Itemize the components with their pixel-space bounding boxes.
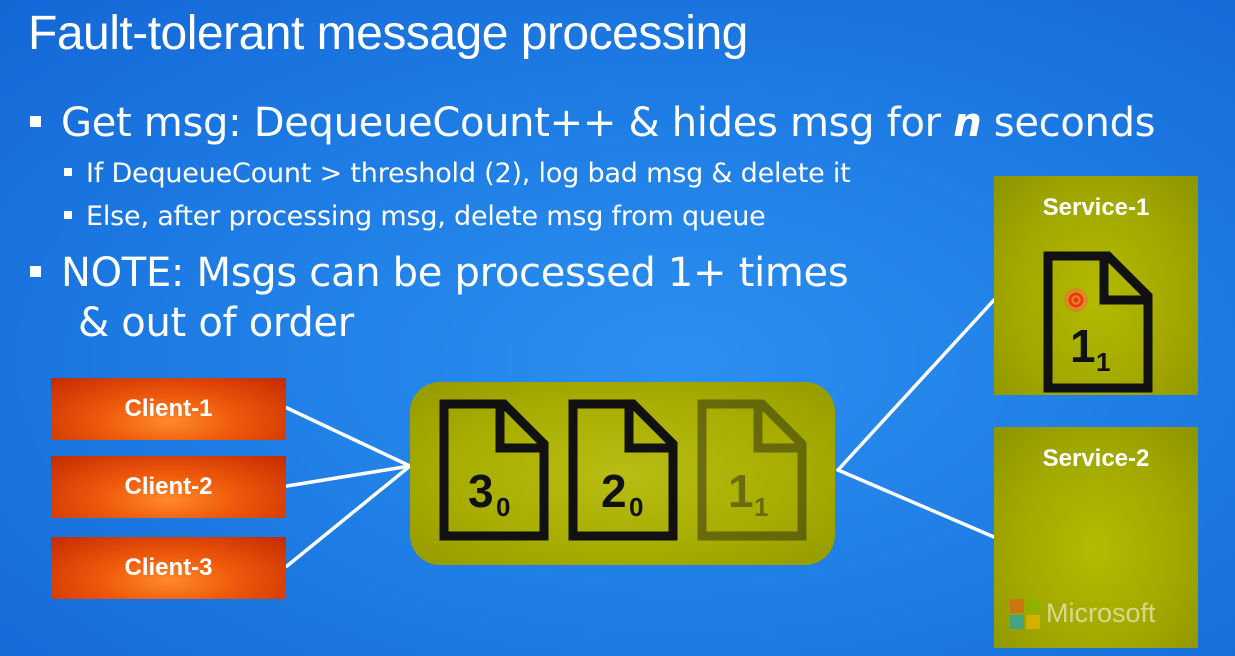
- microsoft-logo-icon: [1010, 598, 1040, 629]
- logo-square-blue: [1010, 614, 1024, 629]
- queue-message-2-id: 2: [601, 465, 627, 517]
- cursor-pointer-icon: [1064, 288, 1088, 312]
- queue-message-1-id: 1: [728, 465, 754, 517]
- queue-message-2-count: 0: [629, 492, 643, 522]
- line-queue-service2: [836, 468, 996, 539]
- service-1-message-icon: 1 1: [1043, 251, 1153, 393]
- line-client3-queue: [285, 464, 412, 568]
- client-2-label: Client-2: [124, 473, 213, 500]
- line-client1-queue: [285, 406, 412, 468]
- client-3-box: Client-3: [51, 537, 286, 599]
- queue-message-3-icon: 3 0: [439, 399, 549, 541]
- queue-message-3-id: 3: [468, 465, 494, 517]
- queue-message-1-count: 1: [754, 492, 768, 522]
- service-1-message-id: 1: [1070, 320, 1096, 372]
- logo-square-green: [1026, 598, 1040, 613]
- logo-square-yellow: [1026, 614, 1040, 629]
- client-1-box: Client-1: [51, 378, 286, 440]
- service-1-message-count: 1: [1096, 347, 1110, 377]
- client-1-label: Client-1: [124, 395, 213, 422]
- service-1-label: Service-1: [1042, 194, 1150, 221]
- line-queue-service1: [836, 298, 996, 472]
- client-2-box: Client-2: [51, 456, 286, 518]
- queue-message-1-icon: 1 1: [697, 399, 807, 541]
- service-2-label: Service-2: [1042, 445, 1150, 472]
- microsoft-watermark: Microsoft: [1010, 598, 1156, 629]
- logo-square-red: [1010, 598, 1024, 613]
- microsoft-wordmark: Microsoft: [1046, 598, 1156, 628]
- queue-message-3-count: 0: [496, 492, 510, 522]
- service-1-box: Service-1 1 1: [994, 176, 1198, 395]
- queue-message-2-icon: 2 0: [568, 399, 678, 541]
- client-3-label: Client-3: [124, 554, 213, 581]
